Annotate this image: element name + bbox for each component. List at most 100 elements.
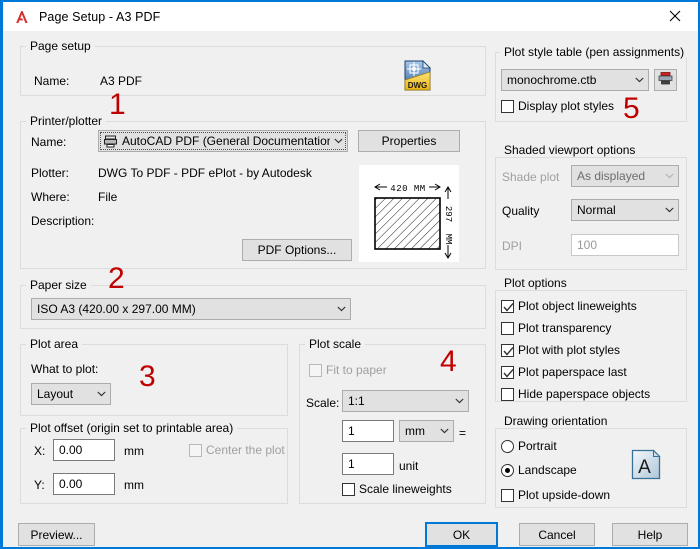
radio-circle bbox=[501, 440, 514, 453]
offset-y-label: Y: bbox=[34, 478, 45, 492]
orientation-portrait-radio[interactable]: Portrait bbox=[501, 439, 557, 453]
plot-option-1[interactable]: Plot transparency bbox=[501, 321, 611, 335]
scale-denominator-input[interactable]: 1 bbox=[342, 453, 394, 475]
plot-offset-group-title: Plot offset (origin set to printable are… bbox=[26, 422, 237, 434]
plot-option-0[interactable]: Plot object lineweights bbox=[501, 299, 637, 313]
annotation-5: 5 bbox=[623, 94, 640, 124]
plot-style-table-combo[interactable]: monochrome.ctb bbox=[501, 69, 649, 91]
checkbox-box bbox=[501, 366, 514, 379]
plotter-name-combo[interactable]: AutoCAD PDF (General Documentation).p bbox=[98, 130, 348, 152]
pdf-options-button[interactable]: PDF Options... bbox=[242, 239, 352, 261]
where-label: Where: bbox=[31, 190, 70, 204]
annotation-3: 3 bbox=[139, 362, 156, 392]
scale-value: 1:1 bbox=[348, 394, 451, 408]
equals-sign: = bbox=[459, 426, 466, 440]
plot-option-2-label: Plot with plot styles bbox=[518, 343, 620, 357]
plotter-name-label: Name: bbox=[31, 135, 66, 149]
shade-plot-value: As displayed bbox=[577, 169, 661, 183]
display-plot-styles-checkbox[interactable]: Display plot styles bbox=[501, 99, 614, 113]
where-value: File bbox=[98, 190, 117, 204]
description-label: Description: bbox=[31, 214, 94, 228]
radio-circle bbox=[501, 464, 514, 477]
scale-unit-value: mm bbox=[405, 424, 436, 438]
plot-option-4-label: Hide paperspace objects bbox=[518, 387, 650, 401]
scale-denominator-unit: unit bbox=[399, 459, 418, 473]
plot-style-table-value: monochrome.ctb bbox=[507, 73, 631, 87]
window-title: Page Setup - A3 PDF bbox=[39, 10, 160, 24]
chevron-down-icon bbox=[631, 77, 648, 83]
center-the-plot-label: Center the plot bbox=[206, 443, 285, 457]
plot-option-2[interactable]: Plot with plot styles bbox=[501, 343, 620, 357]
scale-lineweights-checkbox[interactable]: Scale lineweights bbox=[342, 482, 452, 496]
checkbox-box bbox=[501, 300, 514, 313]
scale-unit-combo[interactable]: mm bbox=[399, 420, 454, 442]
chevron-down-icon bbox=[661, 173, 678, 179]
scale-label: Scale: bbox=[306, 396, 339, 410]
dpi-input[interactable]: 100 bbox=[571, 234, 679, 256]
offset-y-unit: mm bbox=[124, 478, 144, 492]
orientation-landscape-radio[interactable]: Landscape bbox=[501, 463, 577, 477]
plotter-label: Plotter: bbox=[31, 166, 69, 180]
title-bar: Page Setup - A3 PDF bbox=[3, 2, 698, 31]
plot-style-edit-button[interactable] bbox=[654, 69, 677, 91]
checkbox-box bbox=[501, 489, 514, 502]
checkbox-box bbox=[309, 364, 322, 377]
orientation-preview-icon: A bbox=[631, 449, 662, 483]
plotter-icon bbox=[104, 135, 118, 148]
scale-combo[interactable]: 1:1 bbox=[342, 390, 469, 412]
svg-text:420 MM: 420 MM bbox=[390, 184, 425, 194]
checkbox-box bbox=[189, 444, 202, 457]
preview-button[interactable]: Preview... bbox=[18, 523, 95, 546]
plot-option-3[interactable]: Plot paperspace last bbox=[501, 365, 627, 379]
annotation-4: 4 bbox=[440, 347, 457, 377]
paper-size-combo[interactable]: ISO A3 (420.00 x 297.00 MM) bbox=[31, 298, 351, 320]
plotter-value: DWG To PDF - PDF ePlot - by Autodesk bbox=[98, 166, 312, 180]
checkbox-box bbox=[501, 322, 514, 335]
scale-lineweights-label: Scale lineweights bbox=[359, 482, 452, 496]
plot-upside-down-label: Plot upside-down bbox=[518, 488, 610, 502]
plot-options-group-title: Plot options bbox=[500, 277, 571, 289]
quality-label: Quality bbox=[502, 204, 539, 218]
offset-x-input[interactable]: 0.00 bbox=[53, 439, 115, 461]
display-plot-styles-label: Display plot styles bbox=[518, 99, 614, 113]
annotation-2: 2 bbox=[108, 264, 125, 294]
autocad-a-icon bbox=[14, 9, 30, 25]
paper-size-group-title: Paper size bbox=[26, 279, 91, 291]
plotter-name-value: AutoCAD PDF (General Documentation).p bbox=[122, 134, 330, 148]
help-button[interactable]: Help bbox=[612, 523, 688, 546]
svg-text:297: 297 bbox=[443, 206, 453, 222]
plot-option-4[interactable]: Hide paperspace objects bbox=[501, 387, 650, 401]
offset-y-input[interactable]: 0.00 bbox=[53, 473, 115, 495]
properties-button[interactable]: Properties bbox=[358, 130, 460, 152]
scale-numerator-input[interactable]: 1 bbox=[342, 420, 394, 442]
offset-x-unit: mm bbox=[124, 444, 144, 458]
dwg-file-icon: DWG bbox=[401, 59, 434, 95]
checkbox-box bbox=[501, 344, 514, 357]
chevron-down-icon bbox=[661, 207, 678, 213]
plot-upside-down-checkbox[interactable]: Plot upside-down bbox=[501, 488, 610, 502]
what-to-plot-value: Layout bbox=[37, 387, 93, 401]
quality-combo[interactable]: Normal bbox=[571, 199, 679, 221]
plot-scale-group-title: Plot scale bbox=[305, 338, 365, 350]
plot-style-table-group-title: Plot style table (pen assignments) bbox=[500, 46, 688, 58]
what-to-plot-label: What to plot: bbox=[31, 362, 98, 376]
orientation-portrait-label: Portrait bbox=[518, 439, 557, 453]
close-button[interactable] bbox=[652, 2, 698, 30]
center-the-plot-checkbox[interactable]: Center the plot bbox=[189, 443, 285, 457]
what-to-plot-combo[interactable]: Layout bbox=[31, 383, 111, 405]
cancel-button[interactable]: Cancel bbox=[519, 523, 595, 546]
paper-size-value: ISO A3 (420.00 x 297.00 MM) bbox=[37, 302, 333, 316]
paper-preview: 420 MM 297 MM bbox=[359, 165, 459, 262]
chevron-down-icon bbox=[451, 398, 468, 404]
page-setup-name-value: A3 PDF bbox=[100, 74, 142, 88]
shade-plot-combo[interactable]: As displayed bbox=[571, 165, 679, 187]
ok-button[interactable]: OK bbox=[425, 522, 498, 547]
quality-value: Normal bbox=[577, 203, 661, 217]
svg-text:MM: MM bbox=[443, 234, 453, 245]
fit-to-paper-label: Fit to paper bbox=[326, 363, 387, 377]
chevron-down-icon bbox=[333, 306, 350, 312]
plot-style-edit-icon bbox=[658, 71, 673, 89]
svg-text:DWG: DWG bbox=[408, 81, 428, 90]
fit-to-paper-checkbox[interactable]: Fit to paper bbox=[309, 363, 387, 377]
page-setup-dialog: Page Setup - A3 PDF Page setup Name: A3 … bbox=[0, 0, 700, 549]
